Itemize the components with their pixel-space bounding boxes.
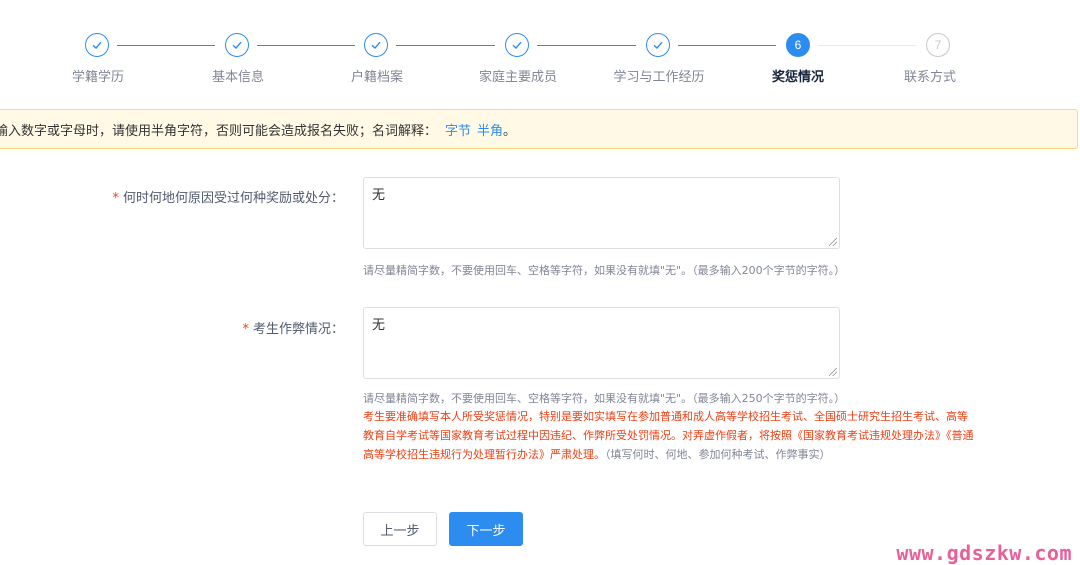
step-5-check-icon [646,33,670,57]
step-2-check-icon [225,33,249,57]
resize-handle-icon[interactable] [829,368,837,376]
cheating-label-text: 考生作弊情况： [252,322,344,337]
step-label-2: 基本信息 [211,70,264,85]
step-connector [537,45,636,46]
step-label-1: 学籍学历 [71,70,124,85]
reward-punishment-hint: 请尽量精简字数，不要使用回车、空格等字符，如果没有就填"无"。（最多输入200个… [363,264,846,277]
next-step-button[interactable]: 下一步 [449,512,523,546]
notice-end: 。 [503,123,517,139]
step-label-5: 学习与工作经历 [613,70,705,85]
step-label-6: 奖惩情况 [771,70,824,85]
required-mark: * [242,322,249,337]
prev-step-button[interactable]: 上一步 [363,512,437,546]
site-watermark: www.gdszkw.com [896,541,1072,565]
step-3-check-icon [364,33,388,57]
reward-punishment-label-text: 何时何地何原因受过何种奖励或处分： [122,191,344,206]
byte-link[interactable]: 字节 [445,120,471,139]
cheating-value: 无 [372,318,386,333]
required-mark: * [112,191,119,206]
cheating-warning-note: （填写何时、何地、参加何种考试、作弊事实） [605,448,831,461]
half-width-link[interactable]: 半角 [477,120,503,139]
step-connector [396,45,495,46]
step-1-check-icon [85,33,109,57]
half-width-notice: 输入数字或字母时，请使用半角字符，否则可能会造成报名失败；名词解释： 字节 半角… [0,109,1078,149]
notice-text: 输入数字或字母时，请使用半角字符，否则可能会造成报名失败；名词解释： [0,123,438,139]
step-label-7: 联系方式 [903,70,956,85]
step-6-number: 6 [786,33,810,57]
reward-punishment-label: * 何时何地何原因受过何种奖励或处分： [112,187,344,206]
cheating-warning: 考生要准确填写本人所受奖惩情况，特别是要如实填写在参加普通和成人高等学校招生考试… [363,407,978,464]
steps-bar: 学籍学历 基本信息 户籍档案 家庭主要成员 学习与工作经历 6 奖惩情况 7 联… [0,0,1080,100]
step-connector [818,45,916,46]
cheating-textarea[interactable]: 无 [363,307,840,379]
reward-punishment-value: 无 [372,188,386,203]
step-connector [678,45,776,46]
reward-punishment-textarea[interactable]: 无 [363,177,840,249]
step-7-number: 7 [926,33,950,57]
step-label-4: 家庭主要成员 [478,70,557,85]
step-connector [117,45,215,46]
cheating-hint: 请尽量精简字数，不要使用回车、空格等字符，如果没有就填"无"。（最多输入250个… [363,392,846,405]
step-connector [257,45,355,46]
resize-handle-icon[interactable] [829,238,837,246]
step-4-check-icon [505,33,529,57]
step-label-3: 户籍档案 [350,70,403,85]
cheating-label: * 考生作弊情况： [242,318,344,337]
